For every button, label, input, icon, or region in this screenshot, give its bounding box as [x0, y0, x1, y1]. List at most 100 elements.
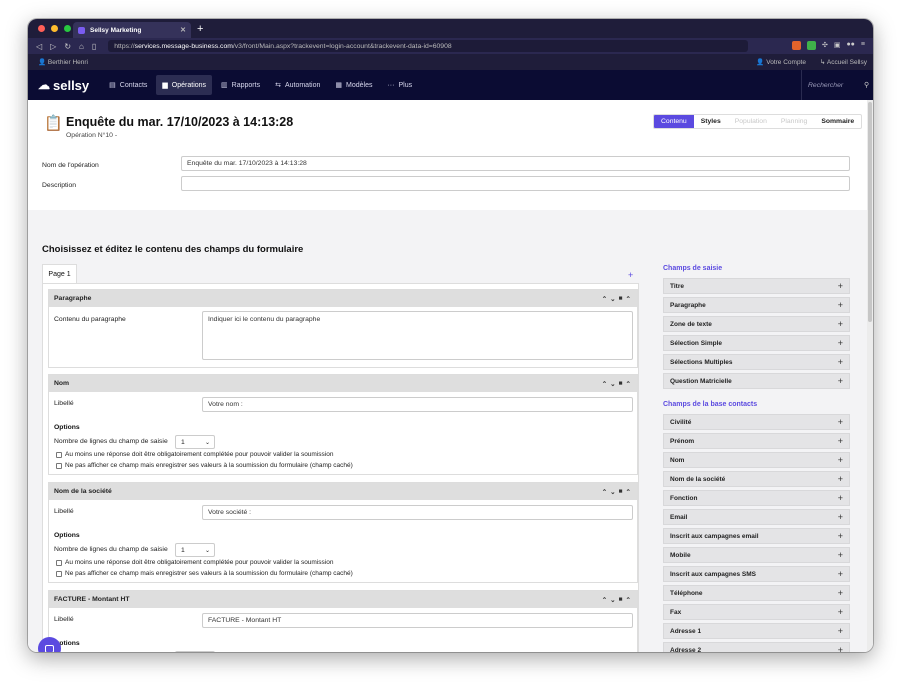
scrollbar[interactable]: [867, 100, 873, 652]
address-input[interactable]: https://services.message-business.com/v3…: [108, 40, 749, 52]
collapse-icon[interactable]: ⌃: [626, 380, 631, 388]
chevron-up-icon[interactable]: ⌃: [602, 295, 607, 303]
field-block-header[interactable]: Nom ⌃ ⌄ ■ ⌃: [49, 375, 637, 392]
checkbox-icon[interactable]: [56, 570, 62, 577]
paragraph-content-textarea[interactable]: Indiquer ici le contenu du paragraphe: [202, 311, 633, 360]
bookmark-icon[interactable]: ▯: [92, 42, 96, 51]
field-block-header[interactable]: Nom de la société ⌃ ⌄ ■ ⌃: [49, 483, 637, 500]
account-link[interactable]: 👤 Votre Compte: [756, 58, 806, 66]
add-field-icon[interactable]: +: [838, 319, 843, 329]
trash-icon[interactable]: ■: [619, 488, 623, 496]
add-field-icon[interactable]: +: [838, 474, 843, 484]
chevron-down-icon[interactable]: ⌄: [610, 596, 615, 604]
search-icon[interactable]: ⚲: [864, 81, 869, 89]
add-field-icon[interactable]: +: [838, 512, 843, 522]
field-block-header[interactable]: FACTURE - Montant HT ⌃ ⌄ ■ ⌃: [49, 591, 637, 608]
required-checkbox[interactable]: Au moins une réponse doit être obligatoi…: [56, 559, 333, 566]
menu-icon[interactable]: ≡: [861, 41, 865, 50]
add-page-icon[interactable]: +: [628, 270, 633, 280]
chevron-up-icon[interactable]: ⌃: [602, 380, 607, 388]
lines-select[interactable]: 1⌄: [175, 543, 215, 557]
sidebar-field-item[interactable]: Fonction +: [663, 490, 850, 506]
extension-icon[interactable]: [806, 41, 816, 50]
libelle-input[interactable]: Votre nom :: [202, 397, 633, 412]
add-field-icon[interactable]: +: [838, 645, 843, 652]
operation-name-input[interactable]: Enquête du mar. 17/10/2023 à 14:13:28: [181, 156, 850, 171]
sidebar-field-item[interactable]: Question Matricielle +: [663, 373, 850, 389]
add-field-icon[interactable]: +: [838, 300, 843, 310]
libelle-input[interactable]: Votre société :: [202, 505, 633, 520]
sellsy-logo[interactable]: ☁ sellsy: [38, 78, 89, 93]
required-checkbox[interactable]: Au moins une réponse doit être obligatoi…: [56, 451, 333, 458]
sidebar-field-item[interactable]: Sélections Multiples +: [663, 354, 850, 370]
sidebar-field-item[interactable]: Paragraphe +: [663, 297, 850, 313]
sidebar-field-item[interactable]: Adresse 1 +: [663, 623, 850, 639]
trash-icon[interactable]: ■: [619, 380, 623, 388]
home-link[interactable]: ↳ Accueil Sellsy: [820, 58, 867, 66]
description-input[interactable]: [181, 176, 850, 191]
browser-tab[interactable]: Sellsy Marketing ✕: [73, 22, 191, 38]
libelle-input[interactable]: FACTURE - Montant HT: [202, 613, 633, 628]
nav-operations[interactable]: ▆ Opérations: [156, 75, 213, 95]
field-block-header[interactable]: Paragraphe ⌃ ⌄ ■ ⌃: [49, 290, 637, 307]
sidebar-field-item[interactable]: Zone de texte +: [663, 316, 850, 332]
collapse-icon[interactable]: ⌃: [626, 295, 631, 303]
checkbox-icon[interactable]: [56, 559, 62, 566]
add-field-icon[interactable]: +: [838, 417, 843, 427]
sidebar-field-item[interactable]: Titre +: [663, 278, 850, 294]
checkbox-icon[interactable]: [56, 451, 62, 458]
hidden-checkbox[interactable]: Ne pas afficher ce champ mais enregistre…: [56, 570, 353, 577]
tab-styles[interactable]: Styles: [694, 115, 728, 128]
nav-modeles[interactable]: ▦ Modèles: [329, 75, 378, 95]
add-field-icon[interactable]: +: [838, 531, 843, 541]
add-field-icon[interactable]: +: [838, 338, 843, 348]
add-field-icon[interactable]: +: [838, 588, 843, 598]
checkbox-icon[interactable]: [56, 462, 62, 469]
add-field-icon[interactable]: +: [838, 281, 843, 291]
add-field-icon[interactable]: +: [838, 376, 843, 386]
chevron-down-icon[interactable]: ⌄: [610, 380, 615, 388]
hidden-checkbox[interactable]: Ne pas afficher ce champ mais enregistre…: [56, 462, 353, 469]
sidebar-field-item[interactable]: Inscrit aux campagnes SMS +: [663, 566, 850, 582]
search-input[interactable]: Rechercher ⚲: [801, 70, 873, 100]
back-icon[interactable]: ◁: [36, 42, 42, 51]
trash-icon[interactable]: ■: [619, 596, 623, 604]
sidebar-field-item[interactable]: Sélection Simple +: [663, 335, 850, 351]
sidebar-field-item[interactable]: Civilité +: [663, 414, 850, 430]
add-field-icon[interactable]: +: [838, 357, 843, 367]
sidebar-field-item[interactable]: Mobile +: [663, 547, 850, 563]
nav-rapports[interactable]: ▥ Rapports: [215, 75, 266, 95]
trash-icon[interactable]: ■: [619, 295, 623, 303]
lines-select[interactable]: 1⌄: [175, 435, 215, 449]
sidebar-field-item[interactable]: Inscrit aux campagnes email +: [663, 528, 850, 544]
add-field-icon[interactable]: +: [838, 493, 843, 503]
sidebar-icon[interactable]: ▣: [834, 41, 841, 50]
wallet-icon[interactable]: ●●: [846, 41, 854, 50]
collapse-icon[interactable]: ⌃: [626, 596, 631, 604]
sidebar-field-item[interactable]: Prénom +: [663, 433, 850, 449]
lines-select[interactable]: 1⌄: [175, 651, 215, 652]
reload-icon[interactable]: ↻: [64, 42, 71, 51]
add-field-icon[interactable]: +: [838, 550, 843, 560]
sidebar-field-item[interactable]: Nom +: [663, 452, 850, 468]
chevron-up-icon[interactable]: ⌃: [602, 488, 607, 496]
add-field-icon[interactable]: +: [838, 569, 843, 579]
nav-automation[interactable]: ⇆ Automation: [269, 75, 326, 95]
add-field-icon[interactable]: +: [838, 455, 843, 465]
sidebar-field-item[interactable]: Téléphone +: [663, 585, 850, 601]
sidebar-field-item[interactable]: Fax +: [663, 604, 850, 620]
nav-contacts[interactable]: ▤ Contacts: [103, 75, 153, 95]
tab-contenu[interactable]: Contenu: [654, 115, 694, 128]
zoom-window-button[interactable]: [64, 25, 71, 32]
close-tab-icon[interactable]: ✕: [180, 26, 186, 34]
add-field-icon[interactable]: +: [838, 607, 843, 617]
add-field-icon[interactable]: +: [838, 436, 843, 446]
close-window-button[interactable]: [38, 25, 45, 32]
sidebar-field-item[interactable]: Email +: [663, 509, 850, 525]
tab-sommaire[interactable]: Sommaire: [814, 115, 861, 128]
user-link[interactable]: 👤 Berthier Henri: [38, 58, 88, 66]
page-tab[interactable]: Page 1: [42, 264, 77, 284]
sidebar-field-item[interactable]: Adresse 2 +: [663, 642, 850, 652]
minimize-window-button[interactable]: [51, 25, 58, 32]
new-tab-icon[interactable]: +: [197, 22, 203, 36]
